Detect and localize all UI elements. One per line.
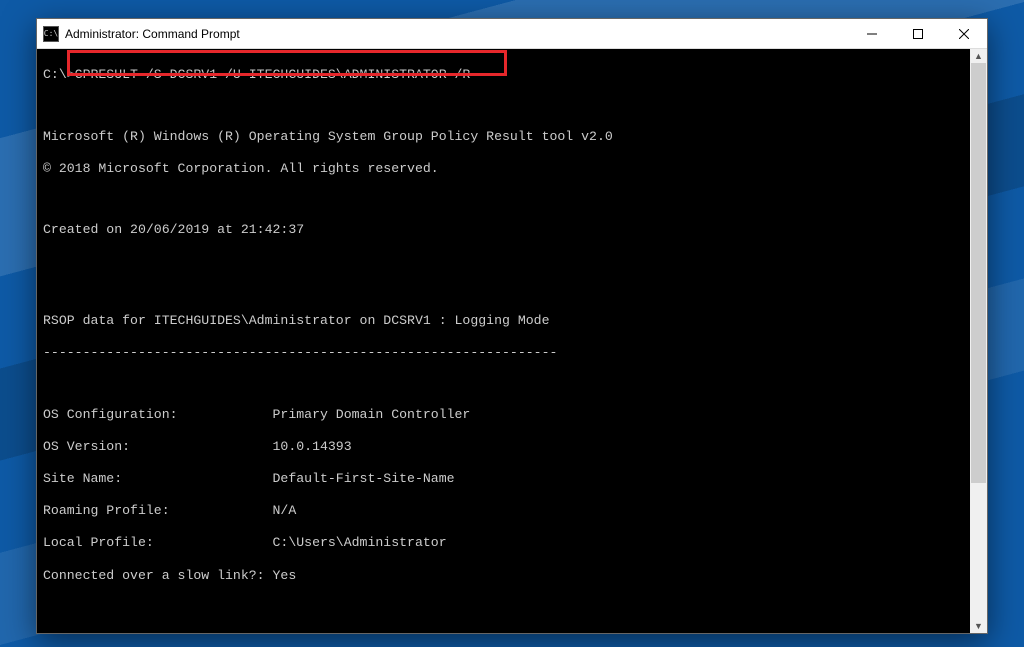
blank-line bbox=[43, 600, 981, 613]
terminal-output[interactable]: C:\>GPRESULT /S DCSRV1 /U ITECHGUIDES\AD… bbox=[37, 49, 987, 633]
window-controls bbox=[849, 19, 987, 48]
slow-link: Connected over a slow link?: Yes bbox=[43, 568, 981, 584]
separator-dashes: ----------------------------------------… bbox=[43, 345, 981, 361]
rsop-header: RSOP data for ITECHGUIDES\Administrator … bbox=[43, 313, 981, 329]
blank-line bbox=[43, 193, 981, 206]
tool-header: Microsoft (R) Windows (R) Operating Syst… bbox=[43, 129, 981, 145]
local-profile: Local Profile: C:\Users\Administrator bbox=[43, 535, 981, 551]
minimize-icon bbox=[867, 29, 877, 39]
minimize-button[interactable] bbox=[849, 19, 895, 48]
scroll-down-icon[interactable]: ▼ bbox=[970, 619, 987, 633]
created-on: Created on ‎20/‎06/‎2019 at 21:42:37 bbox=[43, 222, 981, 238]
tool-header: © 2018 Microsoft Corporation. All rights… bbox=[43, 161, 981, 177]
command-prompt-window: C:\ Administrator: Command Prompt C:\>GP… bbox=[36, 18, 988, 634]
os-version: OS Version: 10.0.14393 bbox=[43, 439, 981, 455]
scroll-thumb[interactable] bbox=[971, 63, 986, 483]
cmd-icon: C:\ bbox=[43, 26, 59, 42]
site-name: Site Name: Default-First-Site-Name bbox=[43, 471, 981, 487]
close-button[interactable] bbox=[941, 19, 987, 48]
window-title: Administrator: Command Prompt bbox=[65, 27, 849, 41]
titlebar[interactable]: C:\ Administrator: Command Prompt bbox=[37, 19, 987, 49]
blank-line bbox=[43, 284, 981, 297]
blank-line bbox=[43, 254, 981, 267]
vertical-scrollbar[interactable]: ▲ ▼ bbox=[970, 49, 987, 633]
maximize-icon bbox=[913, 29, 923, 39]
command-line: C:\>GPRESULT /S DCSRV1 /U ITECHGUIDES\AD… bbox=[43, 67, 981, 83]
blank-line bbox=[43, 99, 981, 112]
roaming-profile: Roaming Profile: N/A bbox=[43, 503, 981, 519]
blank-line bbox=[43, 629, 981, 633]
close-icon bbox=[959, 29, 969, 39]
scroll-up-icon[interactable]: ▲ bbox=[970, 49, 987, 63]
blank-line bbox=[43, 377, 981, 390]
maximize-button[interactable] bbox=[895, 19, 941, 48]
os-configuration: OS Configuration: Primary Domain Control… bbox=[43, 407, 981, 423]
